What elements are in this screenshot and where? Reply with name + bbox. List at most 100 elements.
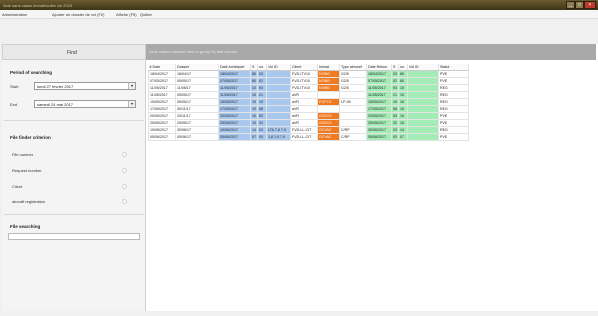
menu-item-administration[interactable]: Administration: [2, 12, 27, 17]
table-cell: 07/05/2017: [366, 76, 392, 85]
chevron-down-icon[interactable]: ▾: [128, 83, 135, 89]
group-by-bar[interactable]: Drop column header here to group by that…: [146, 44, 596, 60]
table-cell: 21: [257, 90, 267, 99]
chevron-down-icon[interactable]: ▾: [128, 101, 135, 107]
table-cell: [266, 69, 291, 78]
table-cell: 05/06/2017: [366, 132, 392, 141]
table-cell: 20/05/2017: [148, 111, 176, 120]
menu-bar: Administration Ajouter un dossier de vol…: [0, 10, 598, 19]
table-cell: FVD-ITV10: [290, 76, 318, 85]
maximize-icon: □: [577, 2, 582, 8]
table-cell: 03: [257, 132, 267, 141]
table-cell: 58: [391, 104, 399, 113]
table-cell: [407, 76, 439, 85]
table-cell: 19/06/2017: [148, 125, 176, 134]
table-cell: 03: [391, 69, 399, 78]
table-cell: 11/05/2017: [366, 83, 392, 92]
table-row[interactable]: 25/05/2017 25/05/17 25/05/2017 10 32 aVR GCEC0…: [148, 118, 469, 127]
table-cell: 10: [398, 97, 408, 106]
table-cell: [407, 104, 439, 113]
table-cell: 18/04/2017: [148, 69, 176, 78]
table-row[interactable]: 05/06/2017 05/06/17 05/06/2017 07 03 1,8 1,9 …: [148, 132, 469, 141]
end-date-picker[interactable]: samedi 24 mai 2017 ▾: [34, 100, 136, 108]
criterion-file-number-radio[interactable]: [122, 152, 127, 157]
table-row[interactable]: 18/04/2017 18/04/17 18/04/2017 80 03 FVD-ITV1…: [148, 69, 469, 78]
table-cell: 07/05/2017: [148, 76, 176, 85]
criterion-client: Client: [12, 184, 23, 189]
table-cell: [339, 104, 367, 113]
table-cell: 14: [250, 125, 258, 134]
criterion-request-number-radio[interactable]: [122, 168, 127, 173]
table-cell: 20/11/17: [175, 111, 219, 120]
table-cell: 10: [250, 83, 258, 92]
table-cell: N7860: [317, 83, 340, 92]
table-cell: GCEC0: [317, 111, 340, 120]
table-cell: FVD-ITV10: [290, 69, 318, 78]
table-cell: [407, 111, 439, 120]
table-cell: 53: [257, 111, 267, 120]
start-date-picker[interactable]: lundi 27 février 2017 ▾: [34, 82, 136, 90]
table-cell: 03: [391, 132, 399, 141]
table-cell: 18/04/2017: [366, 69, 392, 78]
table-cell: 25/05/2017: [148, 118, 176, 127]
criterion-client-radio[interactable]: [122, 184, 127, 189]
table-cell: [317, 90, 340, 99]
table-cell: 80: [398, 69, 408, 78]
table-cell: 93: [257, 83, 267, 92]
table-cell: 10: [250, 90, 258, 99]
table-cell: 25/05/17: [175, 118, 219, 127]
table-cell: aVR: [290, 111, 318, 120]
table-cell: 11/05/2017: [148, 90, 176, 99]
maximize-button[interactable]: □: [575, 1, 584, 9]
table-cell: G2/5: [339, 76, 367, 85]
table-cell: [339, 111, 367, 120]
table-cell: 19: [391, 97, 399, 106]
table-cell: aVR: [290, 104, 318, 113]
table-cell: 05/06/2017: [218, 132, 251, 141]
close-button[interactable]: ×: [584, 1, 596, 9]
table-cell: 25/05/2017: [218, 118, 251, 127]
table-cell: 1,8 1,9 7,9: [266, 132, 291, 141]
table-row[interactable]: 17/05/2017 30/11/17 17/05/2017 10 58 aVR 17/05…: [148, 104, 469, 113]
table-cell: 10: [398, 83, 408, 92]
table-cell: REG: [438, 97, 469, 106]
table-row[interactable]: 11/05/2017 11/05/17 11/05/2017 10 93 FVD-ITV1…: [148, 83, 469, 92]
table-cell: 05/05/17: [175, 97, 219, 106]
minimize-button[interactable]: _: [566, 1, 575, 9]
table-cell: 30/11/17: [175, 104, 219, 113]
table-row[interactable]: 11/05/2017 05/05/17 11/05/2017 10 21 aVR 11/05…: [148, 90, 469, 99]
close-icon: ×: [588, 2, 592, 8]
table-cell: REG: [438, 83, 469, 92]
divider: [4, 214, 144, 215]
table-cell: 17/05/2017: [148, 104, 176, 113]
sidebar-header[interactable]: Find: [2, 44, 146, 60]
table-cell: 20/05/2017: [218, 111, 251, 120]
table-cell: LP-45: [339, 97, 367, 106]
table-cell: [266, 118, 291, 127]
table-cell: 80: [250, 69, 258, 78]
table-row[interactable]: 15/05/2017 05/05/17 15/05/2017 10 19 aVR FGFYO…: [148, 97, 469, 106]
menu-item-quit[interactable]: Quitter: [140, 12, 152, 17]
table-cell: 10: [250, 111, 258, 120]
minimize-icon: _: [569, 2, 572, 8]
menu-item-add-file[interactable]: Ajouter un dossier de vol (F2): [52, 12, 104, 17]
menu-item-display[interactable]: Affiche (F5): [116, 12, 137, 17]
table-cell: PVE: [438, 132, 469, 141]
table-cell: 30/06/2017: [366, 125, 392, 134]
search-input[interactable]: [8, 233, 140, 240]
table-cell: 17/05/2017: [366, 104, 392, 113]
table-cell: GCEC0: [317, 118, 340, 127]
table-row[interactable]: 20/05/2017 20/11/17 20/05/2017 10 53 aVR GCEC0…: [148, 111, 469, 120]
table-cell: [317, 104, 340, 113]
window-title: Aide sans casse immatriculée vol 2019: [3, 3, 73, 8]
table-row[interactable]: 19/06/2017 30/06/17 19/06/2017 14 03 LTA 7,8 …: [148, 125, 469, 134]
table-cell: 53: [391, 111, 399, 120]
table-cell: 80: [398, 76, 408, 85]
table-row[interactable]: 07/05/2017 05/05/17 07/05/2017 80 02 FVD-ITV1…: [148, 76, 469, 85]
end-date-value: samedi 24 mai 2017: [37, 102, 74, 107]
table-cell: REG: [438, 125, 469, 134]
table-cell: 03: [391, 125, 399, 134]
divider: [4, 120, 144, 121]
table-cell: FVD-LL-CIT: [290, 125, 318, 134]
criterion-aircraft-registration-radio[interactable]: [122, 199, 127, 204]
